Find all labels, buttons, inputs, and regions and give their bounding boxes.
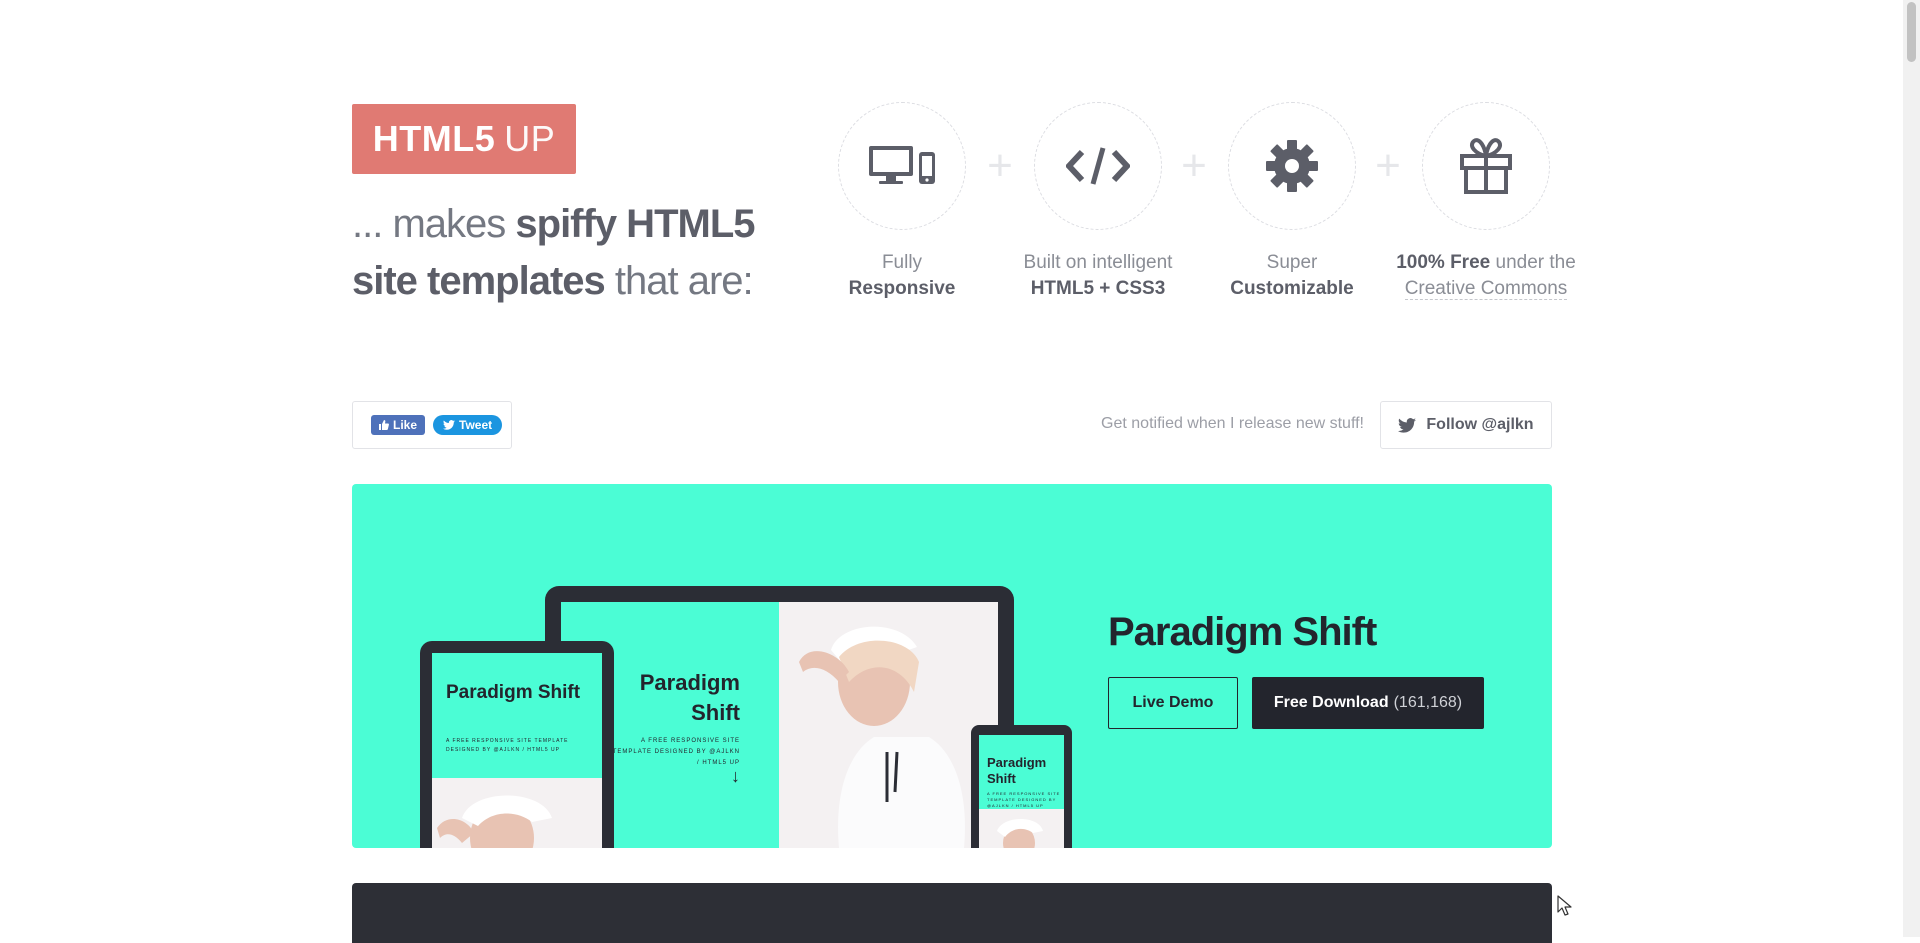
feature-html5: Built on intelligent HTML5 + CSS3: [1000, 102, 1196, 302]
thumbs-up-icon: [379, 420, 389, 430]
feature-circle: [1228, 102, 1356, 230]
free-download-button[interactable]: Free Download (161,168): [1252, 677, 1484, 729]
feature-bold: HTML5 + CSS3: [1030, 278, 1166, 299]
feature-light: Super: [1266, 252, 1318, 273]
gift-icon: [1460, 138, 1512, 194]
phone-mockup: Paradigm Shift A FREE RESPONSIVE SITE TE…: [971, 725, 1072, 848]
logo[interactable]: HTML5 UP: [352, 104, 576, 174]
tweet-label: Tweet: [459, 418, 493, 432]
download-label: Free Download: [1273, 694, 1389, 711]
mockup-subtitle: A FREE RESPONSIVE SITE TEMPLATE DESIGNED…: [446, 738, 569, 753]
gear-icon: [1266, 140, 1318, 192]
template-banner[interactable]: Paradigm Shift A FREE RESPONSIVE SITE TE…: [352, 484, 1552, 848]
arrow-down-icon: ↓: [731, 766, 740, 786]
code-icon: [1066, 147, 1130, 185]
feature-caption: Super Customizable: [1194, 250, 1390, 302]
page-scrollbar[interactable]: [1903, 0, 1920, 937]
twitter-bird-icon: [1398, 417, 1417, 433]
logo-light: UP: [504, 118, 556, 159]
page-container: HTML5 UP ... makes spiffy HTML5 site tem…: [352, 0, 1576, 943]
features: Fully Responsive + Built on intelligent …: [804, 102, 1576, 312]
feature-light: under the: [1490, 252, 1576, 273]
notify-text: Get notified when I release new stuff!: [1101, 415, 1364, 432]
devices-icon: [869, 146, 935, 184]
feature-circle: [1034, 102, 1162, 230]
feature-bold: Responsive: [848, 278, 956, 299]
feature-circle: [1422, 102, 1550, 230]
feature-light: Fully: [881, 252, 923, 273]
tagline-line2-light: that are:: [604, 259, 754, 303]
mockup-subtitle: A FREE RESPONSIVE SITE TEMPLATE DESIGNED…: [612, 738, 740, 766]
feature-customizable: Super Customizable: [1194, 102, 1390, 302]
next-template-banner[interactable]: [352, 883, 1552, 943]
mockup-title: Paradigm Shift: [987, 755, 1047, 786]
feature-responsive: Fully Responsive: [804, 102, 1000, 302]
logo-bold: HTML5: [372, 118, 496, 159]
feature-bold: 100% Free: [1396, 252, 1491, 273]
mockup-subtitle: A FREE RESPONSIVE SITE TEMPLATE DESIGNED…: [987, 791, 1061, 808]
feature-caption: 100% Free under the Creative Commons: [1388, 250, 1584, 302]
tagline-line2-bold: site templates: [352, 259, 606, 303]
tagline-line1-bold: spiffy HTML5: [515, 202, 755, 246]
feature-free: 100% Free under the Creative Commons: [1388, 102, 1584, 302]
tweet-button[interactable]: Tweet: [433, 415, 503, 435]
twitter-bird-icon: [443, 420, 456, 430]
model-photo: [432, 778, 602, 848]
facebook-like-button[interactable]: Like: [371, 415, 426, 435]
model-photo: [779, 602, 998, 848]
feature-caption: Fully Responsive: [804, 250, 1000, 302]
tablet-screen: Paradigm Shift A FREE RESPONSIVE SITE TE…: [432, 653, 602, 848]
mockup-title: Paradigm Shift: [639, 670, 740, 725]
scrollbar-thumb[interactable]: [1907, 2, 1916, 62]
model-photo: [979, 809, 1064, 848]
tablet-mockup: Paradigm Shift A FREE RESPONSIVE SITE TE…: [420, 641, 614, 848]
laptop-mockup: Paradigm Shift A FREE RESPONSIVE SITE TE…: [545, 586, 1014, 848]
follow-label: Follow @ajlkn: [1426, 416, 1534, 433]
mockup-title: Paradigm Shift: [446, 682, 581, 703]
live-demo-button[interactable]: Live Demo: [1108, 677, 1238, 729]
template-title: Paradigm Shift: [1108, 610, 1377, 654]
creative-commons-link[interactable]: Creative Commons: [1404, 278, 1568, 300]
download-count: (161,168): [1393, 694, 1463, 711]
feature-bold: Customizable: [1230, 278, 1354, 299]
phone-screen: Paradigm Shift A FREE RESPONSIVE SITE TE…: [979, 735, 1064, 848]
like-label: Like: [393, 418, 418, 432]
feature-caption: Built on intelligent HTML5 + CSS3: [1000, 250, 1196, 302]
feature-circle: [838, 102, 966, 230]
tagline: ... makes spiffy HTML5 site templates th…: [352, 196, 772, 310]
share-box: Like Tweet: [352, 401, 512, 449]
feature-light: Built on intelligent: [1023, 252, 1173, 273]
follow-button[interactable]: Follow @ajlkn: [1380, 401, 1552, 449]
tagline-line1-light: ... makes: [352, 202, 516, 246]
mouse-cursor-icon: [1557, 895, 1572, 916]
laptop-screen: Paradigm Shift A FREE RESPONSIVE SITE TE…: [561, 602, 998, 848]
